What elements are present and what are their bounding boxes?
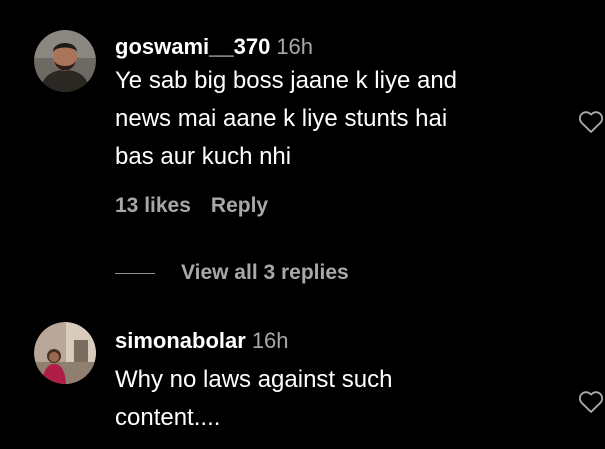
- likes-count[interactable]: 13 likes: [115, 194, 191, 217]
- avatar-image: [34, 30, 96, 92]
- avatar[interactable]: [34, 30, 96, 92]
- comment-text: Why no laws against such content....: [115, 361, 565, 437]
- comment-text: Ye sab big boss jaane k liye and news ma…: [115, 62, 565, 176]
- replies-divider: [115, 272, 155, 274]
- comment-text-line: content....: [115, 404, 221, 431]
- view-replies-button[interactable]: View all 3 replies: [115, 259, 349, 287]
- avatar-image: [34, 322, 96, 384]
- comment-header: simonabolar 16h: [115, 328, 289, 354]
- heart-outline-icon[interactable]: [576, 108, 605, 136]
- heart-outline-icon[interactable]: [576, 388, 605, 416]
- comment-header: goswami__370 16h: [115, 34, 313, 60]
- comment-text-line: Ye sab big boss jaane k liye and: [115, 67, 458, 94]
- comment-text-line: Why no laws against such: [115, 366, 393, 393]
- timestamp: 16h: [276, 34, 314, 59]
- comment-item: goswami__370 16h Ye sab big boss jaane k …: [0, 0, 605, 300]
- comments-section: goswami__370 16h Ye sab big boss jaane k …: [0, 0, 605, 449]
- timestamp: 16h: [251, 328, 289, 353]
- username[interactable]: simonabolar: [115, 328, 246, 353]
- avatar[interactable]: [34, 322, 96, 384]
- comment-item: simonabolar 16h Why no laws against such …: [0, 308, 605, 449]
- comment-text-line: bas aur kuch nhi: [115, 143, 292, 170]
- comment-meta: 13 likes Reply: [115, 194, 268, 218]
- username[interactable]: goswami__370: [115, 34, 270, 59]
- reply-button[interactable]: Reply: [211, 194, 268, 217]
- comment-text-line: news mai aane k liye stunts hai: [115, 105, 448, 132]
- view-replies-label: View all 3 replies: [181, 261, 349, 284]
